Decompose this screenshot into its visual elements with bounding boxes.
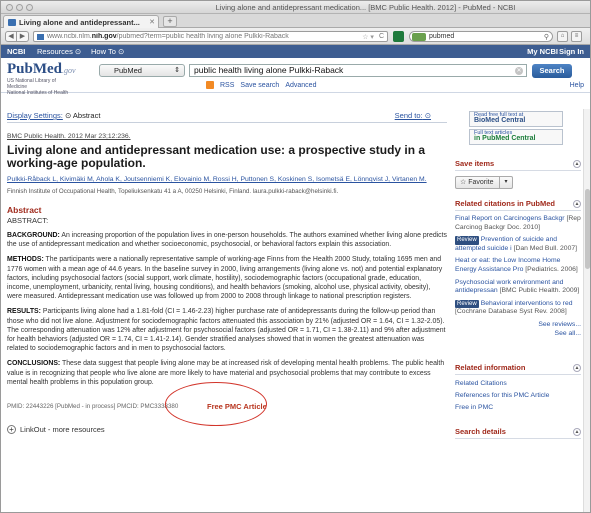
search-button[interactable]: Search [532, 64, 572, 78]
tab-bar: Living alone and antidepressant... ✕ + [1, 14, 590, 28]
collapse-icon[interactable]: ▲ [573, 363, 581, 372]
tab-label: Living alone and antidepressant... [19, 17, 140, 27]
zoom-window-button[interactable] [26, 4, 33, 11]
site-favicon-icon [37, 33, 44, 40]
collapse-icon[interactable]: ▲ [573, 427, 581, 436]
sign-in-link[interactable]: Sign In [559, 47, 584, 56]
send-to-menu[interactable]: Send to: ⊙ [395, 111, 431, 120]
collapse-icon[interactable]: ▲ [573, 200, 581, 208]
ncbi-favicon-icon [8, 18, 16, 26]
see-all-link[interactable]: See all... [455, 330, 581, 337]
related-citations-list: Final Report on Carcinogens Backgr [Rep … [455, 215, 581, 337]
browser-search-input[interactable]: pubmed [429, 33, 544, 40]
back-arrow-icon[interactable]: ◀ [5, 31, 17, 42]
forward-arrow-icon[interactable]: ▶ [17, 31, 29, 42]
search-engine-icon[interactable] [412, 32, 426, 41]
journal-citation[interactable]: BMC Public Health. 2012 Mar 23;12:236. [7, 133, 447, 140]
url-text: www.ncbi.nlm.nih.gov/pubmed?term=public … [47, 33, 289, 40]
tab-close-icon[interactable]: ✕ [149, 18, 155, 26]
home-icon[interactable]: ⌂ [557, 31, 568, 42]
new-tab-button[interactable]: + [163, 16, 177, 27]
abstract-heading: Abstract [7, 205, 42, 215]
menu-icon[interactable]: ≡ [571, 31, 582, 42]
navigation-bar: ◀ ▶ www.ncbi.nlm.nih.gov/pubmed?term=pub… [1, 28, 590, 45]
search-icon[interactable]: ⚲ [544, 33, 549, 41]
pmid-line: PMID: 22443226 [PubMed - in process] PMC… [7, 382, 447, 427]
list-item[interactable]: Psychosocial work environment and antide… [455, 279, 581, 296]
url-bar[interactable]: www.ncbi.nlm.nih.gov/pubmed?term=public … [33, 31, 388, 42]
related-citations-heading: Related citations in PubMed ▲ [455, 199, 581, 211]
window-title: Living alone and antidepressant medicati… [215, 3, 516, 12]
minimize-window-button[interactable] [16, 4, 23, 11]
author-list[interactable]: Pulkki-Råback L, Kivimäki M, Ahola K, Jo… [7, 175, 447, 184]
pmid-text: PMID: 22443226 [PubMed - in process] PMC… [7, 403, 179, 411]
search-links: RSS Save search Advanced [206, 81, 316, 89]
list-item[interactable]: Heat or eat: the Low Income Home Energy … [455, 257, 581, 274]
my-ncbi-link[interactable]: My NCBI [527, 47, 558, 56]
review-badge: Review [455, 236, 479, 245]
list-item[interactable]: References for this PMC Article [455, 392, 581, 399]
pmc-badge[interactable]: Full text articles in PubMed Central [469, 129, 563, 145]
save-search-link[interactable]: Save search [240, 82, 279, 89]
pubmed-header: PubMed.gov US National Library of Medici… [1, 58, 590, 96]
full-text-badges: Read free full text at BioMed Central Fu… [455, 109, 581, 149]
abstract-results: RESULTS: Participants living alone had a… [7, 308, 446, 353]
resources-menu[interactable]: Resources ⊙ [37, 47, 81, 56]
nlm-subtitle: US National Library of Medicine National … [7, 78, 69, 96]
history-buttons: ◀ ▶ [5, 31, 29, 42]
abstract-label: ABSTRACT: [7, 216, 49, 225]
browser-search-bar[interactable]: pubmed ⚲ [409, 31, 553, 42]
browser-window: Living alone and antidepressant medicati… [0, 0, 591, 513]
vertical-scrollbar[interactable] [583, 109, 590, 512]
close-window-button[interactable] [6, 4, 13, 11]
list-item[interactable]: Related Citations [455, 380, 581, 387]
list-item[interactable]: Review Prevention of suicide and attempte… [455, 236, 581, 253]
ncbi-logo[interactable]: NCBI [7, 47, 25, 56]
database-select[interactable]: PubMed ⇕ [99, 64, 185, 77]
browser-tools: ⌂ ≡ [557, 31, 582, 42]
search-details-heading: Search details ▲ [455, 427, 581, 439]
display-toolbar: Display Settings: ⊙ Abstract Send to: ⊙ [7, 109, 447, 123]
see-reviews-link[interactable]: See reviews... [455, 321, 581, 328]
list-item[interactable]: Review Behavioral interventions to red [C… [455, 299, 581, 317]
expand-plus-icon[interactable]: + [7, 425, 16, 435]
search-input[interactable]: public health living alone Pulkki-Raback… [189, 64, 527, 77]
list-item[interactable]: Final Report on Carcinogens Backgr [Rep … [455, 215, 581, 232]
abstract-methods: METHODS: The participants were a nationa… [7, 256, 443, 301]
tab-active[interactable]: Living alone and antidepressant... ✕ [3, 15, 159, 28]
right-sidebar: Read free full text at BioMed Central Fu… [455, 109, 581, 439]
linkout-toggle[interactable]: + LinkOut - more resources [7, 425, 447, 435]
related-information-heading: Related information ▲ [455, 363, 581, 375]
favorite-button[interactable]: ☆ Favorite ▾ [455, 176, 513, 189]
pubmed-logo[interactable]: PubMed.gov [7, 61, 76, 78]
extension-icon[interactable] [393, 31, 404, 42]
linkout-label: LinkOut - more resources [20, 425, 105, 435]
rss-icon[interactable] [206, 81, 214, 89]
title-bar: Living alone and antidepressant medicati… [1, 1, 590, 14]
advanced-link[interactable]: Advanced [285, 82, 316, 89]
article-title: Living alone and antidepressant medicati… [7, 143, 426, 170]
abstract-background: BACKGROUND: An increasing proportion of … [7, 232, 447, 249]
biomed-central-badge[interactable]: Read free full text at BioMed Central [469, 111, 563, 127]
howto-menu[interactable]: How To ⊙ [91, 47, 124, 56]
rss-link[interactable]: RSS [220, 82, 234, 89]
help-link[interactable]: Help [570, 82, 584, 89]
chevron-down-icon[interactable]: ▾ [499, 177, 512, 188]
save-items-heading: Save items ▲ [455, 159, 581, 171]
abstract-main: Display Settings: ⊙ Abstract Send to: ⊙ … [7, 109, 447, 435]
review-badge: Review [455, 299, 479, 309]
bookmark-star-icon[interactable]: ☆ ▾ [362, 33, 374, 41]
collapse-icon[interactable]: ▲ [573, 160, 581, 168]
ncbi-bar: NCBI Resources ⊙ How To ⊙ My NCBI Sign I… [1, 45, 590, 58]
clear-icon[interactable]: ✕ [515, 67, 523, 75]
related-information-list: Related Citations References for this PM… [455, 380, 581, 411]
list-item[interactable]: Free in PMC [455, 404, 581, 411]
reload-icon[interactable]: C [379, 33, 384, 40]
window-controls [6, 4, 33, 11]
select-arrows-icon: ⇕ [174, 67, 180, 74]
affiliation: Finnish Institute of Occupational Health… [7, 188, 339, 195]
scrollbar-thumb[interactable] [585, 189, 590, 269]
display-settings[interactable]: Display Settings: ⊙ Abstract [7, 111, 100, 120]
red-circle-annotation [165, 382, 267, 427]
